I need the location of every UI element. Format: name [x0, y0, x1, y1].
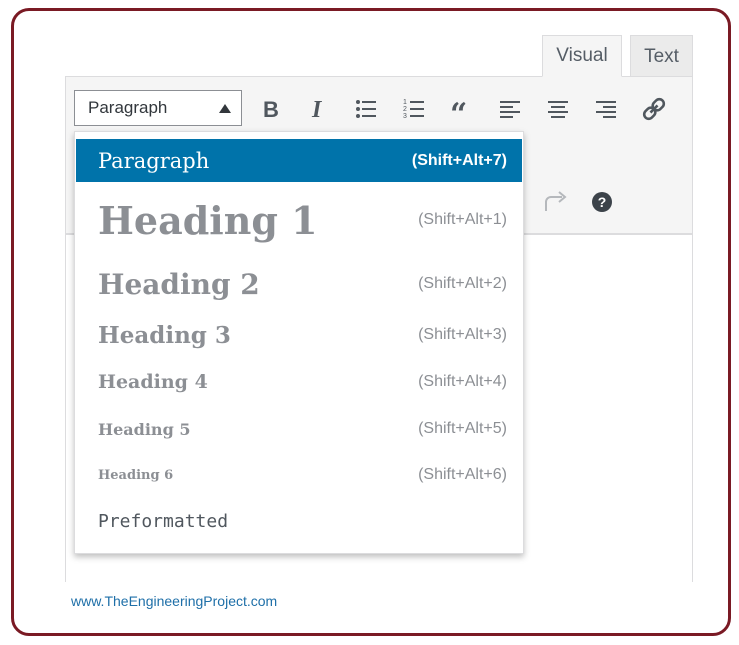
- align-right-icon: [596, 101, 616, 118]
- link-button[interactable]: [636, 92, 672, 126]
- redo-icon: [545, 191, 567, 211]
- option-shortcut: (Shift+Alt+6): [418, 466, 507, 483]
- numbered-list-icon: 1 2 3: [403, 99, 424, 120]
- watermark: www.TheEngineeringProject.com: [71, 593, 278, 609]
- align-center-icon: [548, 101, 568, 118]
- svg-text:3: 3: [403, 113, 407, 120]
- format-select-value: Paragraph: [88, 98, 168, 117]
- italic-button[interactable]: I: [300, 92, 336, 126]
- format-option-heading-6[interactable]: Heading 6 (Shift+Alt+6): [76, 456, 522, 494]
- format-option-heading-2[interactable]: Heading 2 (Shift+Alt+2): [76, 260, 522, 308]
- align-left-icon: [500, 101, 520, 118]
- option-shortcut: (Shift+Alt+3): [418, 326, 507, 343]
- link-icon: [642, 97, 666, 121]
- help-icon: ?: [592, 192, 612, 212]
- format-option-heading-1[interactable]: Heading 1 (Shift+Alt+1): [76, 190, 522, 250]
- align-right-button[interactable]: [588, 92, 624, 126]
- format-option-heading-4[interactable]: Heading 4 (Shift+Alt+4): [76, 362, 522, 402]
- svg-text:?: ?: [598, 194, 607, 210]
- option-label: Preformatted: [98, 510, 229, 532]
- help-button[interactable]: ?: [587, 187, 617, 217]
- svg-text:2: 2: [403, 106, 407, 113]
- option-shortcut: (Shift+Alt+7): [411, 151, 507, 169]
- option-label: Heading 6: [98, 467, 174, 483]
- format-option-preformatted[interactable]: Preformatted: [76, 502, 522, 540]
- italic-icon: I: [311, 98, 323, 120]
- bullet-list-button[interactable]: [348, 92, 384, 126]
- option-shortcut: (Shift+Alt+2): [418, 275, 507, 292]
- redo-button[interactable]: [540, 187, 570, 217]
- format-option-paragraph[interactable]: Paragraph (Shift+Alt+7): [76, 139, 522, 182]
- option-shortcut: (Shift+Alt+1): [418, 211, 507, 228]
- svg-text:B: B: [263, 98, 279, 120]
- option-label: Paragraph: [98, 148, 210, 173]
- option-shortcut: (Shift+Alt+4): [418, 373, 507, 390]
- bold-button[interactable]: B: [252, 92, 288, 126]
- svg-text:“: “: [450, 98, 467, 120]
- blockquote-button[interactable]: “: [444, 92, 480, 126]
- svg-text:1: 1: [403, 99, 407, 106]
- format-option-heading-5[interactable]: Heading 5 (Shift+Alt+5): [76, 410, 522, 448]
- align-center-button[interactable]: [540, 92, 576, 126]
- svg-text:I: I: [311, 98, 323, 120]
- format-select[interactable]: Paragraph: [74, 90, 242, 126]
- format-dropdown: Paragraph (Shift+Alt+7) Heading 1 (Shift…: [74, 131, 524, 554]
- option-label: Heading 3: [98, 321, 231, 349]
- blockquote-icon: “: [450, 98, 467, 120]
- align-left-button[interactable]: [492, 92, 528, 126]
- bold-icon: B: [263, 98, 279, 120]
- numbered-list-button[interactable]: 1 2 3: [396, 92, 432, 126]
- bullet-list-icon: [356, 100, 376, 118]
- option-label: Heading 4: [98, 371, 208, 393]
- format-option-heading-3[interactable]: Heading 3 (Shift+Alt+3): [76, 314, 522, 356]
- tab-text[interactable]: Text: [630, 35, 693, 77]
- chevron-up-icon: [219, 104, 231, 113]
- option-label: Heading 5: [98, 419, 191, 439]
- tab-visual[interactable]: Visual: [542, 35, 622, 77]
- option-shortcut: (Shift+Alt+5): [418, 420, 507, 437]
- option-label: Heading 2: [98, 267, 260, 301]
- option-label: Heading 1: [98, 197, 318, 243]
